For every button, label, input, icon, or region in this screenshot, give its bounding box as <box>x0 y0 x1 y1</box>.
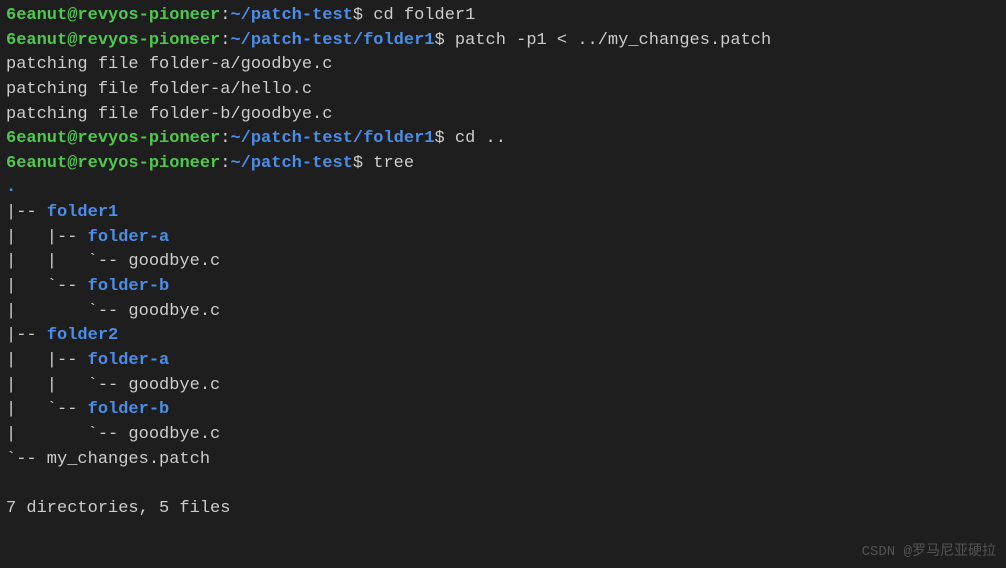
tree-file: | `-- goodbye.c <box>6 423 1000 448</box>
tree-line: | |-- folder-a <box>6 226 1000 251</box>
cwd: ~/patch-test/folder1 <box>230 31 434 50</box>
host: revyos-pioneer <box>77 6 220 25</box>
command[interactable]: cd .. <box>455 129 506 148</box>
tree-dir-folder-b: folder-b <box>88 277 170 296</box>
at-sign: @ <box>67 154 77 173</box>
patch-output-3: patching file folder-b/goodbye.c <box>6 103 1000 128</box>
host: revyos-pioneer <box>77 154 220 173</box>
tree-file: | | `-- goodbye.c <box>6 250 1000 275</box>
prompt-line-4: 6eanut@revyos-pioneer:~/patch-test$ tree <box>6 152 1000 177</box>
tree-file: | | `-- goodbye.c <box>6 374 1000 399</box>
tree-line: |-- folder2 <box>6 324 1000 349</box>
prompt-line-3: 6eanut@revyos-pioneer:~/patch-test/folde… <box>6 127 1000 152</box>
cwd: ~/patch-test <box>230 154 352 173</box>
at-sign: @ <box>67 129 77 148</box>
user: 6eanut <box>6 31 67 50</box>
tree-line: |-- folder1 <box>6 201 1000 226</box>
tree-root: . <box>6 176 1000 201</box>
user: 6eanut <box>6 154 67 173</box>
watermark: CSDN @罗马尼亚硬拉 <box>862 542 996 562</box>
tree-file: | `-- goodbye.c <box>6 300 1000 325</box>
tree-line: | |-- folder-a <box>6 349 1000 374</box>
cwd: ~/patch-test <box>230 6 352 25</box>
tree-dir-folder-b: folder-b <box>88 400 170 419</box>
tree-dir-folder-a: folder-a <box>88 351 170 370</box>
cwd: ~/patch-test/folder1 <box>230 129 434 148</box>
tree-dir-folder-a: folder-a <box>88 228 170 247</box>
patch-output-1: patching file folder-a/goodbye.c <box>6 53 1000 78</box>
tree-line: | `-- folder-b <box>6 398 1000 423</box>
user: 6eanut <box>6 6 67 25</box>
prompt-line-2: 6eanut@revyos-pioneer:~/patch-test/folde… <box>6 29 1000 54</box>
user: 6eanut <box>6 129 67 148</box>
tree-summary: 7 directories, 5 files <box>6 497 1000 522</box>
prompt-line-1: 6eanut@revyos-pioneer:~/patch-test$ cd f… <box>6 4 1000 29</box>
tree-blank <box>6 472 1000 497</box>
command[interactable]: cd folder1 <box>373 6 475 25</box>
host: revyos-pioneer <box>77 129 220 148</box>
tree-file: `-- my_changes.patch <box>6 448 1000 473</box>
at-sign: @ <box>67 31 77 50</box>
tree-dir-folder1: folder1 <box>47 203 118 222</box>
tree-dir-folder2: folder2 <box>47 326 118 345</box>
at-sign: @ <box>67 6 77 25</box>
patch-output-2: patching file folder-a/hello.c <box>6 78 1000 103</box>
command[interactable]: tree <box>373 154 414 173</box>
host: revyos-pioneer <box>77 31 220 50</box>
command[interactable]: patch -p1 < ../my_changes.patch <box>455 31 771 50</box>
tree-line: | `-- folder-b <box>6 275 1000 300</box>
